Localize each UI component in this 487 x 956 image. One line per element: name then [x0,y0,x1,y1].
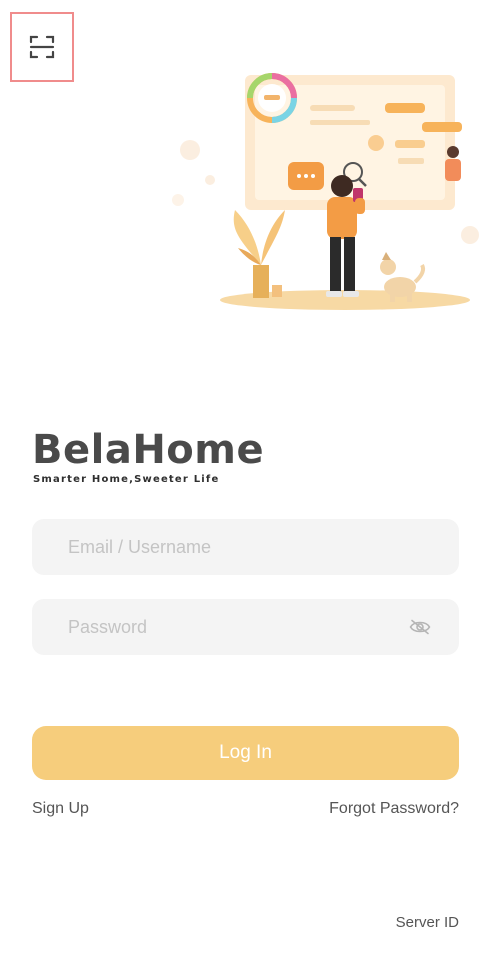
login-button[interactable]: Log In [32,726,459,780]
eye-off-icon[interactable] [409,619,431,635]
sign-up-link[interactable]: Sign Up [32,800,89,818]
email-input[interactable] [68,536,423,558]
forgot-password-link[interactable]: Forgot Password? [329,800,459,818]
password-input[interactable] [68,616,409,638]
email-field[interactable] [32,519,459,575]
server-id-link[interactable]: Server ID [396,914,459,931]
brand-block: BelaHome Smarter Home,Sweeter Life [32,428,264,485]
brand-logo: BelaHome [32,427,265,473]
password-field[interactable] [32,599,459,655]
hero-illustration [172,73,479,310]
scan-button[interactable] [10,12,74,82]
scan-icon [29,35,55,59]
brand-tagline: Smarter Home,Sweeter Life [33,474,220,485]
